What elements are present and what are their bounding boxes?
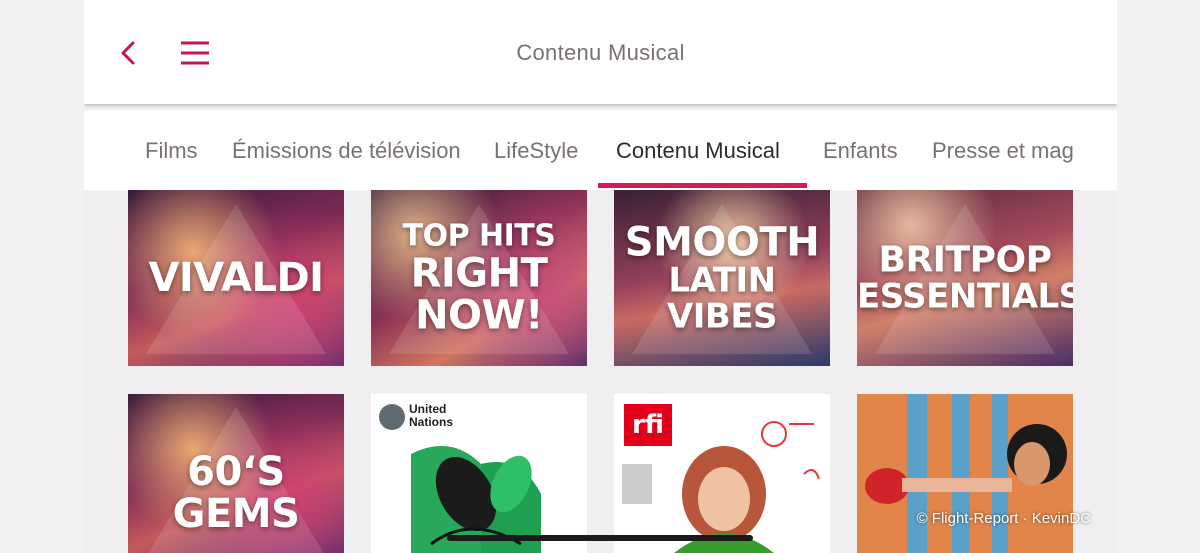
boxing-glove-icon — [865, 394, 1067, 553]
playlist-tile-60s-gems[interactable]: 60‘s Gems — [128, 394, 344, 553]
cover-title: 60‘s Gems — [172, 448, 300, 537]
category-tabs: Films Émissions de télévision LifeStyle … — [84, 110, 1117, 190]
cover-title: Britpop Essentials — [857, 239, 1073, 317]
cover-title: Smooth Latin Vibes — [624, 219, 820, 336]
cover-title: Top Hits Right Now! — [402, 218, 556, 338]
home-indicator[interactable] — [447, 535, 753, 541]
page-title: Contenu Musical — [516, 40, 685, 65]
cover-title: Vivaldi — [148, 255, 324, 301]
podcast-tile-united-nations[interactable]: United Nations — [371, 394, 587, 553]
active-tab-indicator — [598, 183, 807, 188]
tab-films[interactable]: Films — [145, 138, 198, 164]
podcast-tile-rfi[interactable]: rfi — [614, 394, 830, 553]
tab-presse-et-mag[interactable]: Presse et mag — [932, 138, 1074, 164]
playlist-tile-vivaldi[interactable]: Vivaldi — [128, 190, 344, 366]
tab-lifestyle[interactable]: LifeStyle — [494, 138, 578, 164]
watermark-text: © Flight-Report · KevinDC — [916, 510, 1091, 527]
leaf-illustration-icon — [411, 446, 541, 553]
podcast-tile-boxing[interactable] — [857, 394, 1073, 553]
doodle-icons-illustration — [622, 421, 820, 553]
playlist-tile-top-hits[interactable]: Top Hits Right Now! — [371, 190, 587, 366]
top-app-bar: Contenu Musical — [84, 0, 1117, 104]
playlist-tile-smooth-latin[interactable]: Smooth Latin Vibes — [614, 190, 830, 366]
tab-emissions-television[interactable]: Émissions de télévision — [232, 138, 461, 164]
playlist-tile-britpop[interactable]: Britpop Essentials — [857, 190, 1073, 366]
app-panel: Contenu Musical Films Émissions de télév… — [84, 0, 1117, 553]
tab-enfants[interactable]: Enfants — [823, 138, 898, 164]
tab-contenu-musical[interactable]: Contenu Musical — [616, 138, 780, 164]
